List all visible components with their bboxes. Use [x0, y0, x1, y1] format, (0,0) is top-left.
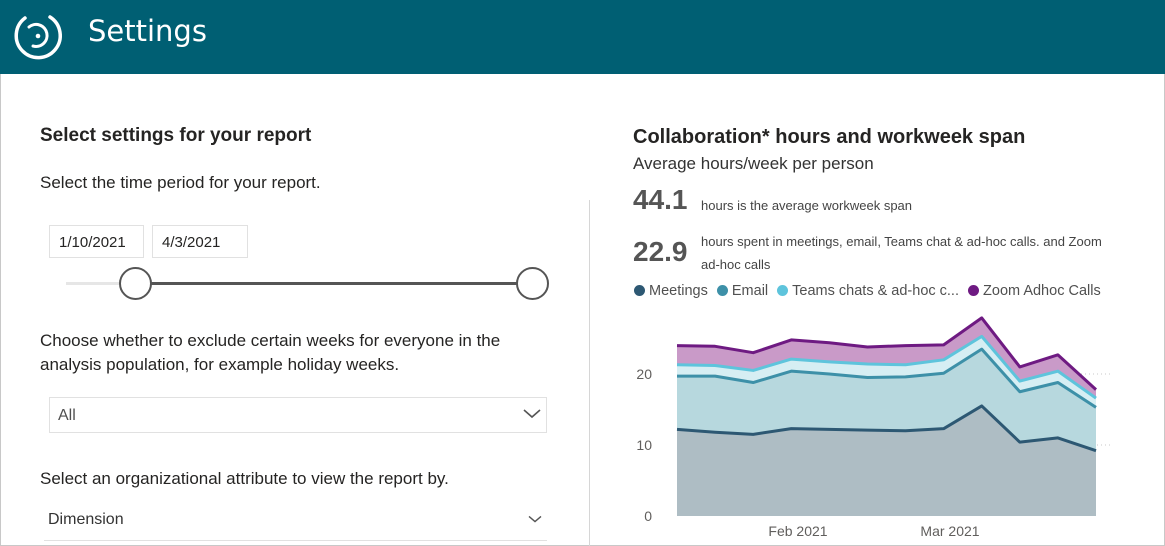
- legend-item-email[interactable]: Email: [716, 283, 769, 299]
- y-tick-label: 0: [644, 508, 652, 524]
- legend-dot-zoom: [968, 285, 980, 296]
- exclude-weeks-prompt-line2: analysis population, for example holiday…: [40, 355, 400, 374]
- chart-title: Collaboration* hours and workweek span: [633, 126, 1026, 148]
- dimension-dropdown-edge[interactable]: [44, 540, 547, 541]
- settings-section-title: Select settings for your report: [40, 125, 312, 146]
- legend-dot-meetings: [634, 285, 645, 296]
- circle-swirl-logo: [14, 15, 62, 60]
- slider-start-handle[interactable]: [119, 267, 152, 300]
- kpi-collab-text-line1: hours spent in meetings, email, Teams ch…: [701, 234, 1102, 249]
- stacked-area-chart[interactable]: 0 10 20 Feb 2021 Mar 2021: [620, 300, 1140, 546]
- legend-dot-teams: [777, 285, 789, 296]
- legend-item-meetings[interactable]: Meetings: [634, 283, 708, 299]
- date-range-slider-fill: [136, 282, 533, 285]
- legend-label-zoom: Zoom Adhoc Calls: [983, 283, 1101, 299]
- legend-label-teams: Teams chats & ad-hoc c...: [792, 283, 959, 299]
- legend-label-meetings: Meetings: [649, 283, 708, 299]
- kpi-workweek-text: hours is the average workweek span: [701, 198, 913, 213]
- end-date-input[interactable]: 4/3/2021: [152, 225, 248, 258]
- x-tick-label: Mar 2021: [920, 523, 979, 539]
- chevron-down-icon[interactable]: [523, 406, 541, 420]
- slider-end-handle[interactable]: [516, 267, 549, 300]
- kpi-collab-value: 22.9: [633, 236, 688, 267]
- exclude-weeks-selected: All: [58, 407, 76, 424]
- y-tick-label: 10: [636, 437, 652, 453]
- attribute-prompt: Select an organizational attribute to vi…: [40, 469, 449, 488]
- page-title: Settings: [88, 14, 207, 48]
- x-tick-label: Feb 2021: [768, 523, 827, 539]
- legend-label-email: Email: [731, 283, 769, 299]
- start-date-input[interactable]: 1/10/2021: [49, 225, 144, 258]
- legend-item-zoom[interactable]: Zoom Adhoc Calls: [968, 283, 1101, 299]
- kpi-workweek-value: 44.1: [633, 184, 688, 215]
- kpi-collab-text-line2: ad-hoc calls: [701, 257, 771, 272]
- exclude-weeks-prompt-line1: Choose whether to exclude certain weeks …: [40, 331, 501, 350]
- exclude-weeks-dropdown[interactable]: All: [49, 397, 547, 433]
- header-bar: Settings: [0, 0, 1165, 74]
- legend-item-teams[interactable]: Teams chats & ad-hoc c...: [777, 283, 959, 299]
- dimension-chevron-down-icon[interactable]: [527, 513, 543, 525]
- time-period-prompt: Select the time period for your report.: [40, 173, 321, 192]
- y-tick-label: 20: [636, 366, 652, 382]
- legend-dot-email: [716, 285, 728, 296]
- dimension-label: Dimension: [48, 511, 124, 528]
- chart-subtitle: Average hours/week per person: [633, 154, 874, 173]
- panel-divider: [589, 200, 590, 546]
